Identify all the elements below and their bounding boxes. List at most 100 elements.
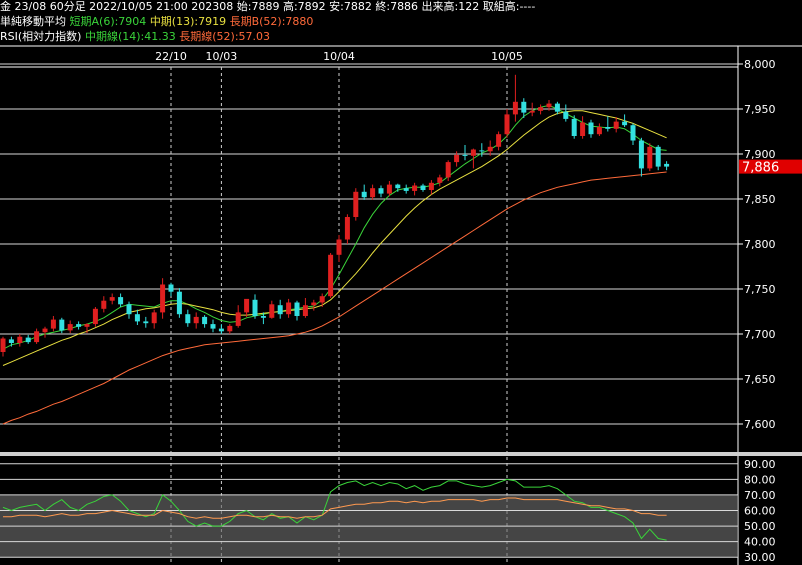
candle-body	[319, 296, 325, 303]
candle-body	[529, 110, 535, 113]
candles	[0, 74, 670, 357]
candle-body	[512, 101, 518, 115]
ma6-line	[2, 104, 667, 350]
candle-body	[596, 127, 602, 135]
candle-body	[638, 140, 644, 169]
date-label: 10/04	[323, 50, 355, 63]
candle-body	[613, 121, 619, 129]
candle-body	[546, 103, 552, 108]
date-label: 10/03	[206, 50, 238, 63]
candle-body	[487, 146, 493, 152]
candle-body	[470, 149, 476, 156]
candle-body	[193, 316, 199, 324]
candle-body	[571, 118, 577, 136]
candle-body	[235, 312, 241, 326]
candle-body	[664, 163, 670, 167]
candle-body	[302, 305, 308, 316]
candle-body	[538, 107, 544, 111]
ma13-line	[2, 110, 667, 366]
rsi-tick-label: 50.00	[744, 520, 776, 533]
price-tick-label: 7,700	[744, 328, 776, 341]
candle-body	[479, 150, 485, 152]
candle-body	[210, 324, 216, 329]
price-tick-label: 7,800	[744, 238, 776, 251]
date-axis: 22/10 10/03 10/04 10/05	[155, 50, 523, 565]
candle-body	[126, 304, 132, 315]
candle-body	[109, 297, 115, 301]
candle-body	[160, 284, 166, 313]
candle-body	[17, 336, 23, 343]
candle-body	[42, 328, 48, 333]
candle-body	[269, 304, 275, 318]
candle-body	[462, 154, 468, 156]
candle-body	[403, 188, 409, 191]
price-tick-label: 7,650	[744, 373, 776, 386]
candle-body	[92, 308, 98, 325]
candle-body	[134, 314, 140, 322]
candle-body	[563, 111, 569, 119]
candle-body	[496, 134, 502, 147]
rsi-tick-label: 90.00	[744, 458, 776, 471]
candle-body	[428, 182, 434, 190]
candle-body	[504, 114, 510, 135]
candle-body	[185, 314, 191, 324]
candle-body	[25, 337, 31, 343]
candle-body	[361, 191, 367, 198]
candle-body	[344, 217, 350, 240]
candle-body	[143, 321, 149, 324]
candle-body	[647, 146, 653, 169]
rsi-tick-label: 80.00	[744, 473, 776, 486]
candle-body	[34, 331, 40, 343]
candle-body	[260, 316, 266, 318]
candle-body	[454, 154, 460, 163]
price-tick-label: 7,950	[744, 103, 776, 116]
candle-body	[412, 185, 418, 191]
candle-body	[67, 324, 73, 331]
candle-body	[622, 121, 628, 126]
rsi-tick-label: 30.00	[744, 551, 776, 564]
price-tick-label: 7,750	[744, 283, 776, 296]
rsi-panel: 90.00 80.00 70.00 60.00 50.00 40.00 30.00	[0, 452, 802, 564]
price-tick-label: 7,600	[744, 418, 776, 431]
candle-body	[370, 188, 376, 198]
candle-body	[294, 302, 300, 316]
candle-body	[277, 305, 283, 315]
candle-body	[176, 291, 182, 315]
candle-body	[353, 191, 359, 217]
candle-body	[554, 103, 560, 112]
candle-body	[588, 122, 594, 135]
candle-body	[0, 338, 6, 352]
candle-body	[59, 319, 65, 331]
panel-divider	[0, 452, 802, 456]
candle-body	[605, 127, 611, 129]
last-price-label: 7,886	[742, 161, 779, 176]
candle-body	[151, 312, 157, 324]
date-label: 22/10	[155, 50, 187, 63]
candle-body	[336, 239, 342, 255]
date-label: 10/05	[491, 50, 523, 63]
rsi-tick-label: 40.00	[744, 536, 776, 549]
candle-body	[386, 184, 392, 194]
candle-body	[286, 302, 292, 315]
candle-body	[437, 177, 443, 183]
candle-body	[445, 162, 451, 178]
candle-body	[50, 319, 56, 329]
candle-body	[521, 101, 527, 113]
candle-body	[328, 254, 334, 297]
candle-body	[244, 298, 250, 313]
candle-body	[630, 125, 636, 141]
candle-body	[378, 188, 384, 194]
candlestick-chart[interactable]: 22/10 10/03 10/04 10/05 8,000 7,950 7,900 7,85…	[0, 0, 802, 565]
candle-body	[252, 299, 258, 316]
candle-body	[84, 324, 90, 327]
candle-body	[101, 300, 107, 309]
candle-body	[76, 324, 82, 327]
candle-body	[168, 284, 174, 292]
rsi-tick-label: 70.00	[744, 489, 776, 502]
candle-body	[311, 302, 317, 306]
candle-body	[395, 184, 401, 189]
rsi-tick-label: 60.00	[744, 505, 776, 518]
price-axis: 8,000 7,950 7,900 7,850 7,800 7,750 7,700 7,650…	[738, 58, 802, 431]
ma52-line	[2, 171, 667, 425]
candle-body	[655, 146, 661, 167]
